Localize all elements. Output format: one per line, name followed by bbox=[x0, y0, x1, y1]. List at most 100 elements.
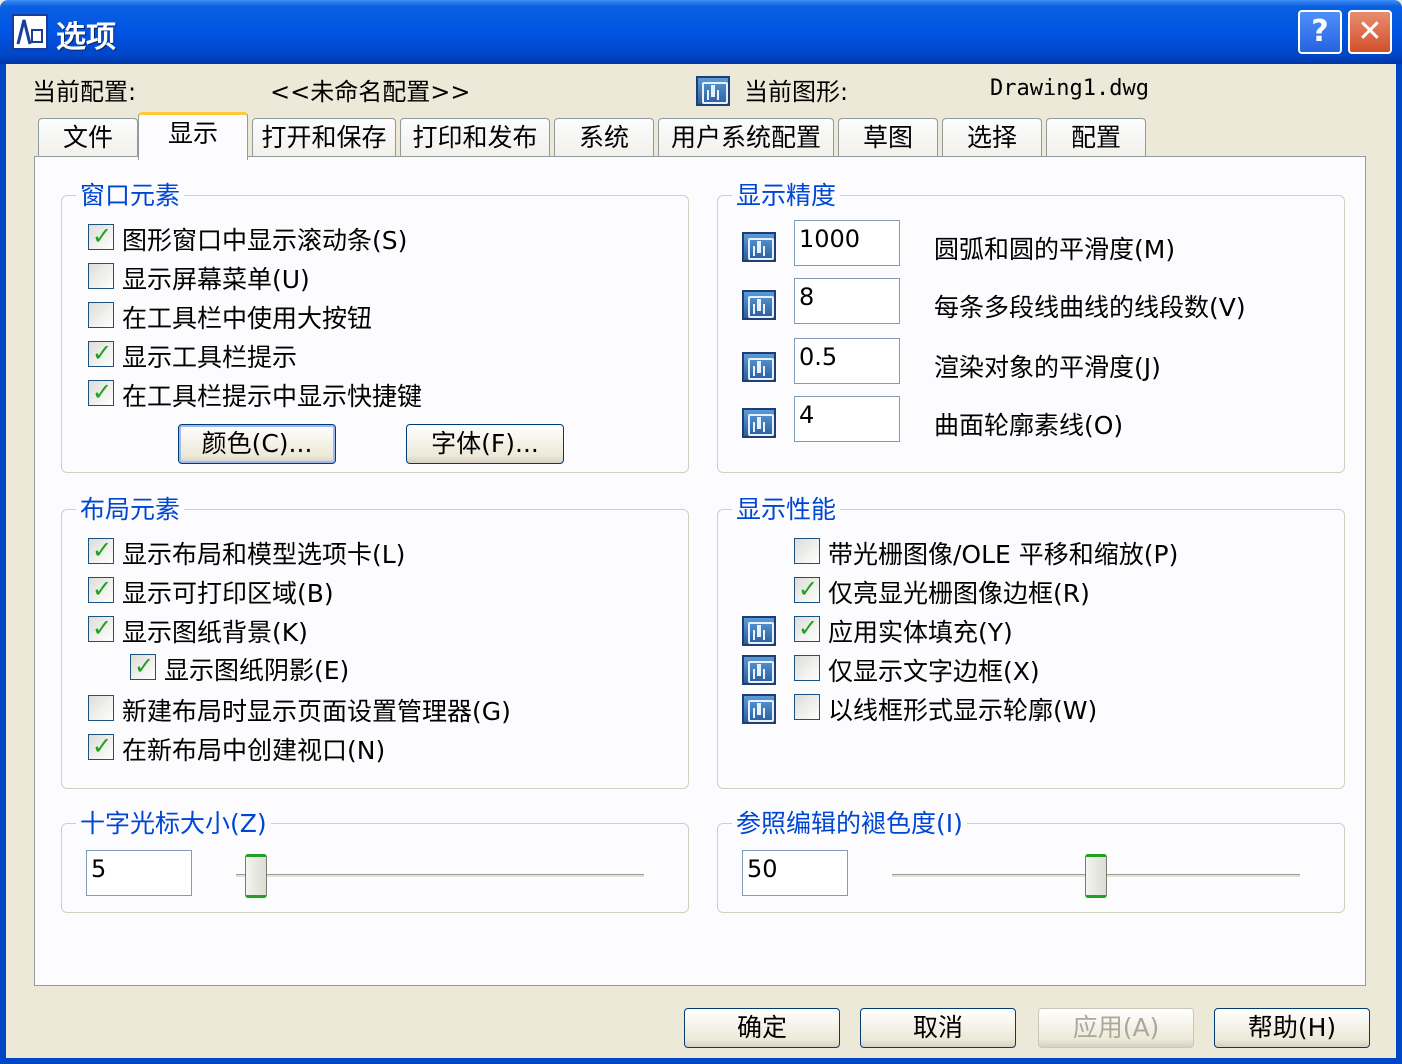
arc-smoothness-input[interactable]: 1000 bbox=[794, 220, 900, 266]
layout-elements-group: 布局元素 ✓ 显示布局和模型选项卡(L) ✓ 显示可打印区域(B) ✓ 显示图纸… bbox=[61, 490, 689, 789]
checkbox-box[interactable] bbox=[88, 695, 114, 721]
drawing-setting-icon bbox=[742, 290, 776, 320]
drawing-setting-icon bbox=[696, 76, 730, 106]
display-resolution-group: 显示精度 1000 圆弧和圆的平滑度(M) 8 每条多段线曲线的线段数(V) 0… bbox=[717, 176, 1345, 473]
checkbox-box[interactable]: ✓ bbox=[88, 575, 114, 603]
window-frame-left bbox=[0, 64, 6, 1064]
checkbox-box[interactable]: ✓ bbox=[88, 536, 114, 564]
tab-files[interactable]: 文件 bbox=[38, 118, 138, 158]
checkbox-label: 以线框形式显示轮廓(W) bbox=[828, 696, 1098, 725]
window-frame-bottom bbox=[0, 1058, 1402, 1064]
check-icon: ✓ bbox=[92, 536, 113, 564]
display-resolution-title: 显示精度 bbox=[732, 176, 841, 212]
window-title: 选项 bbox=[56, 20, 116, 55]
checkbox-box[interactable]: ✓ bbox=[794, 575, 820, 603]
profile-value: <<未命名配置>> bbox=[270, 78, 471, 106]
crosshair-size-input[interactable]: 5 bbox=[86, 850, 192, 896]
check-icon: ✓ bbox=[92, 732, 113, 760]
tab-selection[interactable]: 选择 bbox=[942, 118, 1042, 158]
drawing-setting-icon bbox=[742, 655, 776, 685]
fonts-button[interactable]: 字体(F)... bbox=[406, 424, 564, 464]
polyline-segments-label: 每条多段线曲线的线段数(V) bbox=[934, 293, 1246, 322]
help-button[interactable]: 帮助(H) bbox=[1214, 1008, 1370, 1048]
check-icon: ✓ bbox=[92, 614, 113, 642]
checkbox-box[interactable]: ✓ bbox=[130, 652, 156, 680]
crosshair-slider-track[interactable] bbox=[236, 874, 644, 878]
display-performance-title: 显示性能 bbox=[732, 490, 841, 526]
checkbox-label: 显示屏幕菜单(U) bbox=[122, 265, 310, 294]
checkbox-box[interactable] bbox=[88, 263, 114, 289]
checkbox-box[interactable] bbox=[88, 302, 114, 328]
render-smoothness-label: 渲染对象的平滑度(J) bbox=[934, 353, 1161, 382]
tab-user-preferences[interactable]: 用户系统配置 bbox=[658, 118, 834, 158]
window-elements-title: 窗口元素 bbox=[76, 176, 185, 212]
checkbox-label: 仅显示文字边框(X) bbox=[828, 657, 1040, 686]
checkbox-label: 显示布局和模型选项卡(L) bbox=[122, 540, 406, 569]
profile-label: 当前配置: bbox=[32, 78, 137, 106]
checkbox-label: 在工具栏提示中显示快捷键 bbox=[122, 382, 423, 411]
layout-elements-title: 布局元素 bbox=[76, 490, 185, 526]
tab-drafting[interactable]: 草图 bbox=[838, 118, 938, 158]
checkbox-box[interactable] bbox=[794, 694, 820, 720]
checkbox-box[interactable]: ✓ bbox=[88, 378, 114, 406]
check-icon: ✓ bbox=[92, 339, 113, 367]
display-tab-panel: 窗口元素 ✓ 图形窗口中显示滚动条(S) 显示屏幕菜单(U) 在工具栏中使用大按… bbox=[34, 156, 1366, 986]
checkbox-label: 显示图纸背景(K) bbox=[122, 618, 308, 647]
drawing-setting-icon bbox=[742, 694, 776, 724]
checkbox-box[interactable] bbox=[794, 538, 820, 564]
drawing-setting-icon bbox=[742, 408, 776, 438]
checkbox-label: 显示可打印区域(B) bbox=[122, 579, 334, 608]
checkbox-box[interactable]: ✓ bbox=[88, 222, 114, 250]
checkbox-box[interactable] bbox=[794, 655, 820, 681]
check-icon: ✓ bbox=[798, 575, 819, 603]
xref-fade-input[interactable]: 50 bbox=[742, 850, 848, 896]
cancel-button[interactable]: 取消 bbox=[860, 1008, 1016, 1048]
tab-profiles[interactable]: 配置 bbox=[1046, 118, 1146, 158]
checkbox-box[interactable]: ✓ bbox=[88, 339, 114, 367]
render-smoothness-input[interactable]: 0.5 bbox=[794, 338, 900, 384]
checkbox-label: 新建布局时显示页面设置管理器(G) bbox=[122, 697, 511, 726]
drawing-setting-icon bbox=[742, 616, 776, 646]
check-icon: ✓ bbox=[92, 378, 113, 406]
check-icon: ✓ bbox=[92, 575, 113, 603]
colors-button[interactable]: 颜色(C)... bbox=[178, 424, 336, 464]
ok-button[interactable]: 确定 bbox=[684, 1008, 840, 1048]
apply-button[interactable]: 应用(A) bbox=[1038, 1008, 1194, 1048]
display-performance-group: 显示性能 带光栅图像/OLE 平移和缩放(P) ✓ 仅亮显光栅图像边框(R) ✓… bbox=[717, 490, 1345, 789]
contour-lines-label: 曲面轮廓素线(O) bbox=[934, 411, 1124, 440]
check-icon: ✓ bbox=[134, 652, 155, 680]
checkbox-label: 显示工具栏提示 bbox=[122, 343, 298, 372]
crosshair-size-group: 十字光标大小(Z) 5 bbox=[61, 804, 689, 913]
tab-display[interactable]: 显示 bbox=[138, 112, 248, 160]
checkbox-label: 显示图纸阴影(E) bbox=[164, 656, 350, 685]
checkbox-label: 带光栅图像/OLE 平移和缩放(P) bbox=[828, 540, 1179, 569]
checkbox-box[interactable]: ✓ bbox=[88, 614, 114, 642]
checkbox-label: 应用实体填充(Y) bbox=[828, 618, 1013, 647]
polyline-segments-input[interactable]: 8 bbox=[794, 278, 900, 324]
window-elements-group: 窗口元素 ✓ 图形窗口中显示滚动条(S) 显示屏幕菜单(U) 在工具栏中使用大按… bbox=[61, 176, 689, 473]
checkbox-label: 仅亮显光栅图像边框(R) bbox=[828, 579, 1090, 608]
xref-fade-group: 参照编辑的褪色度(I) 50 bbox=[717, 804, 1345, 913]
drawing-setting-icon bbox=[742, 232, 776, 262]
crosshair-slider-thumb[interactable] bbox=[245, 854, 268, 898]
check-icon: ✓ bbox=[92, 222, 113, 250]
contour-lines-input[interactable]: 4 bbox=[794, 396, 900, 442]
checkbox-box[interactable]: ✓ bbox=[794, 614, 820, 642]
checkbox-label: 在工具栏中使用大按钮 bbox=[122, 304, 373, 333]
drawing-value: Drawing1.dwg bbox=[990, 76, 1149, 101]
help-title-button[interactable]: ? bbox=[1298, 10, 1342, 54]
checkbox-box[interactable]: ✓ bbox=[88, 732, 114, 760]
drawing-label: 当前图形: bbox=[744, 78, 849, 106]
check-icon: ✓ bbox=[798, 614, 819, 642]
close-button[interactable]: ✕ bbox=[1348, 10, 1392, 54]
xref-fade-title: 参照编辑的褪色度(I) bbox=[732, 804, 967, 840]
tab-plot-publish[interactable]: 打印和发布 bbox=[400, 118, 550, 158]
tab-system[interactable]: 系统 bbox=[554, 118, 654, 158]
drawing-setting-icon bbox=[742, 352, 776, 382]
checkbox-label: 图形窗口中显示滚动条(S) bbox=[122, 226, 408, 255]
title-bar: 选项 ? ✕ bbox=[0, 0, 1402, 64]
window-frame-right bbox=[1396, 64, 1402, 1064]
xref-fade-slider-thumb[interactable] bbox=[1085, 854, 1107, 898]
tab-open-save[interactable]: 打开和保存 bbox=[252, 118, 396, 158]
app-icon bbox=[12, 14, 48, 50]
